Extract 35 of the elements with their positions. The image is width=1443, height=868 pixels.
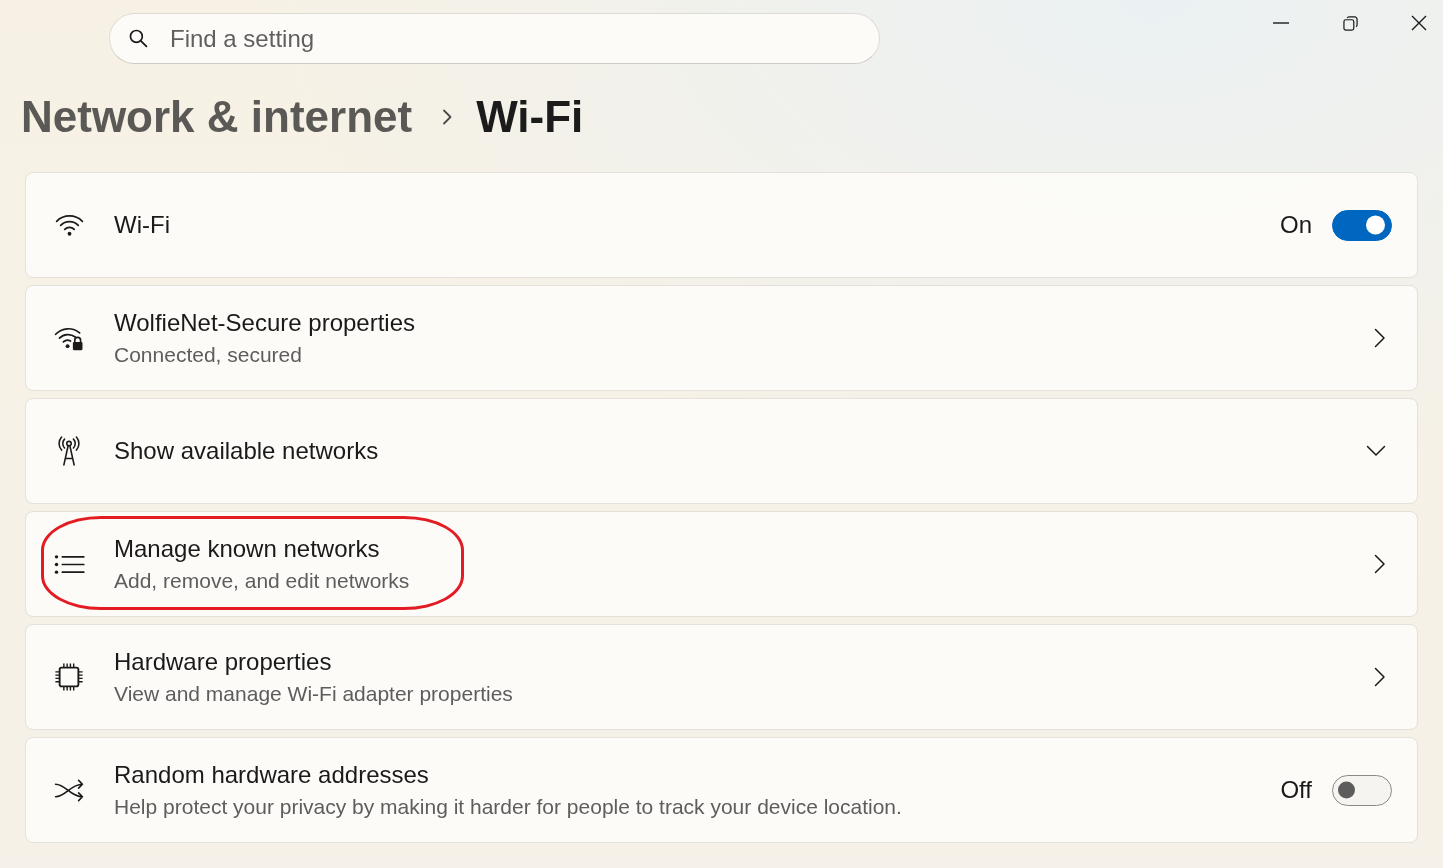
setting-title: Random hardware addresses	[114, 759, 429, 790]
setting-description: Add, remove, and edit networks	[114, 567, 410, 594]
settings-card[interactable]: Show available networks	[25, 398, 1418, 504]
wifi-lock-icon	[53, 325, 85, 351]
setting-title: Wi-Fi	[114, 210, 170, 240]
toggle-switch[interactable]	[1332, 774, 1392, 806]
list-icon	[53, 553, 85, 575]
toggle-switch[interactable]	[1332, 209, 1392, 241]
page-title: Wi-Fi	[476, 91, 584, 143]
wifi-icon	[53, 213, 85, 237]
shuffle-icon	[53, 778, 85, 802]
breadcrumb-link[interactable]: Network & internet	[21, 89, 413, 145]
toggle-state-label: On	[1280, 210, 1312, 240]
setting-title: Hardware properties	[114, 646, 332, 677]
close-icon	[1411, 15, 1427, 31]
restore-icon	[1342, 15, 1358, 31]
chevron-right-icon	[1374, 328, 1386, 348]
setting-description: Connected, secured	[114, 341, 302, 368]
setting-title: Show available networks	[114, 436, 379, 466]
settings-card[interactable]: Hardware properties View and manage Wi-Fi adapter properties	[25, 624, 1418, 730]
setting-title: WolfieNet-Secure properties	[114, 307, 416, 338]
search-icon	[129, 29, 148, 48]
setting-description: Help protect your privacy by making it harder for people to track your device location.	[114, 793, 902, 820]
setting-title: Manage known networks	[114, 533, 380, 564]
chevron-right-icon	[442, 109, 453, 125]
radio-tower-icon	[56, 436, 82, 466]
minimize-icon	[1273, 22, 1289, 24]
chip-icon	[54, 662, 84, 692]
chevron-right-icon	[1374, 554, 1386, 574]
settings-card[interactable]: Manage known networks Add, remove, and edit networks	[25, 511, 1418, 617]
setting-description: View and manage Wi-Fi adapter properties	[114, 680, 513, 707]
chevron-right-icon	[1374, 667, 1386, 687]
search-field[interactable]: Find a setting	[109, 13, 880, 64]
toggle-state-label: Off	[1280, 775, 1312, 805]
settings-card[interactable]: WolfieNet-Secure properties Connected, secured	[25, 285, 1418, 391]
